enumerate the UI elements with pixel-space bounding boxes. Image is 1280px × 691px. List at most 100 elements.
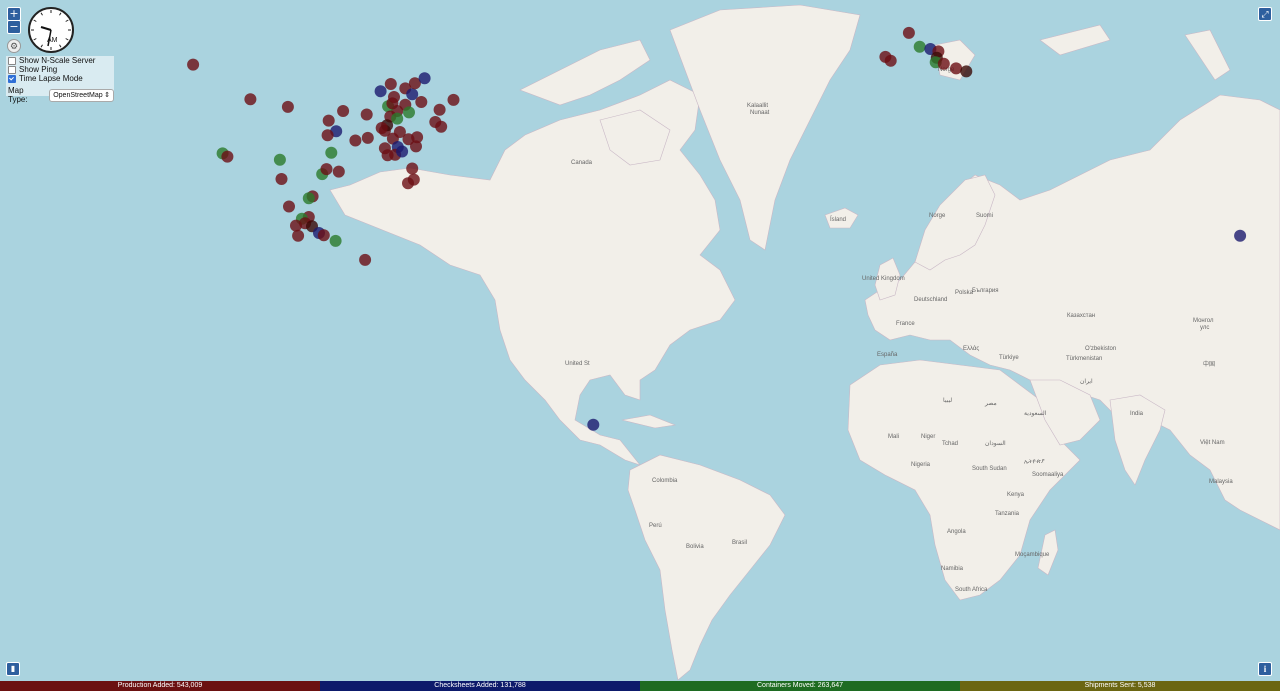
location-marker-containers[interactable] xyxy=(403,106,415,119)
location-marker-production[interactable] xyxy=(322,114,335,127)
location-marker-production[interactable] xyxy=(283,200,295,213)
label-bolivia: Bolivia xyxy=(686,544,704,550)
location-marker-production[interactable] xyxy=(433,103,446,116)
show-nscale-checkbox[interactable] xyxy=(8,56,16,65)
label-colombia: Colombia xyxy=(652,478,678,484)
location-marker-production[interactable] xyxy=(317,229,330,242)
map-type-select[interactable]: OpenStreetMap ⇕ xyxy=(49,88,114,102)
location-marker-containers[interactable] xyxy=(329,234,342,247)
zoom-in-button[interactable]: + xyxy=(7,7,21,21)
fullscreen-icon[interactable]: ⤢ xyxy=(1258,7,1272,21)
location-marker-production[interactable] xyxy=(360,108,373,121)
label-greenland-2: Nunaat xyxy=(750,110,770,116)
location-marker-production[interactable] xyxy=(244,93,257,106)
label-kazakhstan: Казахстан xyxy=(1067,313,1095,319)
location-marker-production[interactable] xyxy=(884,54,897,67)
label-polska: Polska xyxy=(955,290,974,296)
location-marker-containers[interactable] xyxy=(391,112,404,125)
location-marker-marker_dark[interactable] xyxy=(960,65,973,78)
map-controls-panel: Show N-Scale Server Show Ping Time Lapse… xyxy=(6,56,114,104)
world-map[interactable]: Kalaallit Nunaat Canada United St Brasil… xyxy=(0,0,1280,691)
settings-gear-icon[interactable]: ⚙ xyxy=(7,39,21,53)
location-marker-production[interactable] xyxy=(337,105,350,117)
select-arrows-icon: ⇕ xyxy=(104,91,110,99)
location-marker-checksheets[interactable] xyxy=(406,88,419,101)
map-type-row: Map Type: OpenStreetMap ⇕ xyxy=(8,86,114,104)
location-marker-production[interactable] xyxy=(447,93,460,106)
label-espana: España xyxy=(877,352,898,358)
location-marker-production[interactable] xyxy=(375,122,388,134)
location-marker-checksheets[interactable] xyxy=(396,145,409,158)
label-tchad: Tchad xyxy=(942,441,958,447)
location-marker-production[interactable] xyxy=(349,134,362,147)
location-marker-containers[interactable] xyxy=(302,192,315,205)
location-marker-production[interactable] xyxy=(902,26,915,39)
show-ping-checkbox[interactable] xyxy=(8,65,16,74)
location-marker-production[interactable] xyxy=(290,219,302,232)
location-marker-production[interactable] xyxy=(937,57,950,70)
location-marker-containers[interactable] xyxy=(273,153,286,166)
label-mali: Mali xyxy=(888,434,899,440)
location-marker-checksheets[interactable] xyxy=(1234,229,1247,242)
label-turkiye: Türkiye xyxy=(999,355,1019,361)
location-marker-production[interactable] xyxy=(384,78,397,90)
location-marker-checksheets[interactable] xyxy=(587,418,600,431)
show-ping-row[interactable]: Show Ping xyxy=(8,65,114,74)
label-greenland: Kalaallit xyxy=(747,103,768,109)
location-marker-production[interactable] xyxy=(359,253,372,266)
location-marker-production[interactable] xyxy=(402,177,414,190)
location-marker-production[interactable] xyxy=(275,173,288,185)
label-island: Ísland xyxy=(830,216,846,223)
location-marker-production[interactable] xyxy=(435,120,448,133)
location-marker-production[interactable] xyxy=(281,100,294,113)
production-added-stat: Production Added: 543,009 xyxy=(0,681,320,691)
label-deutschland: Deutschland xyxy=(914,297,947,303)
map-type-value: OpenStreetMap xyxy=(53,91,103,99)
label-balgariya: България xyxy=(972,288,999,294)
label-brasil: Brasil xyxy=(732,540,747,546)
bar-chart-icon[interactable]: ▮ xyxy=(6,662,20,676)
clock-widget: AM xyxy=(28,7,74,53)
label-kenya: Kenya xyxy=(1007,492,1025,498)
label-vietnam: Việt Nam xyxy=(1200,440,1225,446)
time-lapse-checkbox[interactable] xyxy=(8,74,16,83)
label-south-africa: South Africa xyxy=(955,587,988,593)
label-south-sudan: South Sudan xyxy=(972,466,1007,472)
label-mongolia-2: улс xyxy=(1200,325,1209,331)
containers-moved-stat: Containers Moved: 263,647 xyxy=(640,681,960,691)
clock-period: AM xyxy=(47,37,58,44)
label-peru: Perú xyxy=(649,523,662,529)
label-iran: ایران xyxy=(1080,378,1093,385)
label-canada: Canada xyxy=(571,160,593,166)
checksheets-added-stat: Checksheets Added: 131,788 xyxy=(320,681,640,691)
location-marker-production[interactable] xyxy=(386,97,399,110)
location-marker-checksheets[interactable] xyxy=(374,85,387,98)
label-misr: مصر xyxy=(984,401,997,407)
label-malaysia: Malaysia xyxy=(1209,479,1233,485)
location-marker-production[interactable] xyxy=(415,96,428,108)
label-uzbekistan: O'zbekiston xyxy=(1085,346,1116,352)
location-marker-production[interactable] xyxy=(406,162,419,175)
location-marker-checksheets[interactable] xyxy=(418,72,431,85)
location-marker-production[interactable] xyxy=(321,129,334,142)
location-marker-production[interactable] xyxy=(410,140,422,153)
location-marker-production[interactable] xyxy=(950,62,963,75)
show-nscale-label: Show N-Scale Server xyxy=(19,56,96,65)
location-marker-production[interactable] xyxy=(332,165,345,178)
show-nscale-row[interactable]: Show N-Scale Server xyxy=(8,56,114,65)
label-namibia: Namibia xyxy=(941,566,964,572)
info-icon[interactable]: i xyxy=(1258,662,1272,676)
location-marker-containers[interactable] xyxy=(913,40,926,53)
status-bar: Production Added: 543,009 Checksheets Ad… xyxy=(0,681,1280,691)
location-marker-production[interactable] xyxy=(361,131,374,144)
location-marker-containers[interactable] xyxy=(325,146,338,159)
label-uk: United Kingdom xyxy=(862,276,905,282)
location-marker-production[interactable] xyxy=(292,229,305,242)
location-marker-production[interactable] xyxy=(221,150,234,163)
location-marker-production[interactable] xyxy=(187,58,200,71)
label-somaliya: Soomaaliya xyxy=(1032,472,1064,478)
zoom-out-button[interactable]: − xyxy=(7,20,21,34)
location-marker-production[interactable] xyxy=(320,163,333,176)
time-lapse-row[interactable]: Time Lapse Mode xyxy=(8,74,114,83)
label-turkmenistan: Türkmenistan xyxy=(1066,356,1102,362)
